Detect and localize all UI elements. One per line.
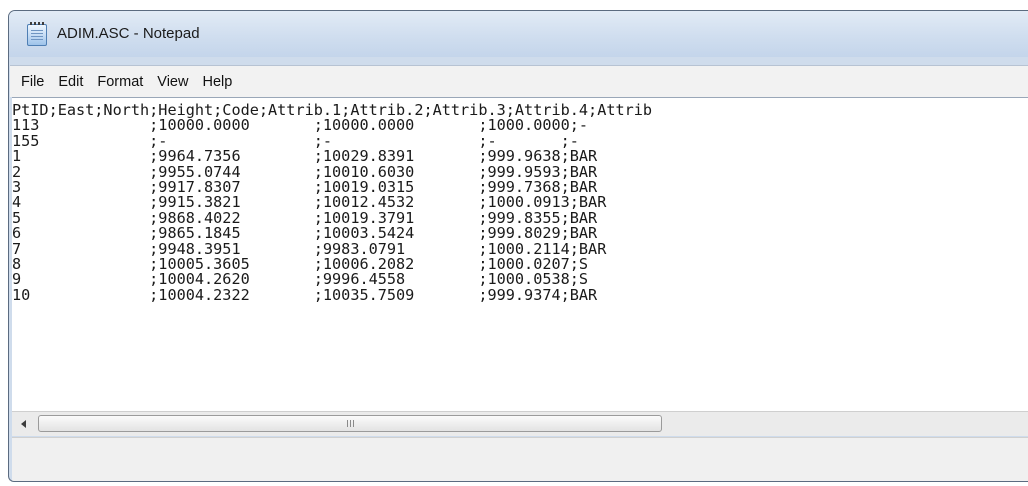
scroll-thumb[interactable] (38, 415, 662, 432)
horizontal-scrollbar[interactable] (12, 411, 1028, 436)
scroll-left-button[interactable] (12, 412, 34, 436)
menu-format[interactable]: Format (90, 67, 150, 97)
menu-help[interactable]: Help (195, 67, 239, 97)
menu-view[interactable]: View (150, 67, 195, 97)
title-bar[interactable]: ADIM.ASC - Notepad (9, 11, 1028, 57)
menu-edit[interactable]: Edit (51, 67, 90, 97)
menu-bar: File Edit Format View Help (10, 65, 1028, 97)
menu-file[interactable]: File (14, 67, 51, 97)
text-line: 10 ;10004.2322 ;10035.7509 ;999.9374;BAR (12, 285, 598, 304)
window-title: ADIM.ASC - Notepad (57, 25, 200, 42)
text-editor[interactable]: PtID;East;North;Height;Code;Attrib.1;Att… (12, 97, 1028, 412)
grip-icon (346, 420, 354, 427)
notepad-window: ADIM.ASC - Notepad File Edit Format View… (8, 10, 1028, 482)
arrow-left-icon (20, 420, 26, 428)
notepad-app-icon[interactable] (27, 22, 47, 46)
status-bar (12, 437, 1028, 481)
editor-text[interactable]: PtID;East;North;Height;Code;Attrib.1;Att… (12, 98, 1028, 303)
